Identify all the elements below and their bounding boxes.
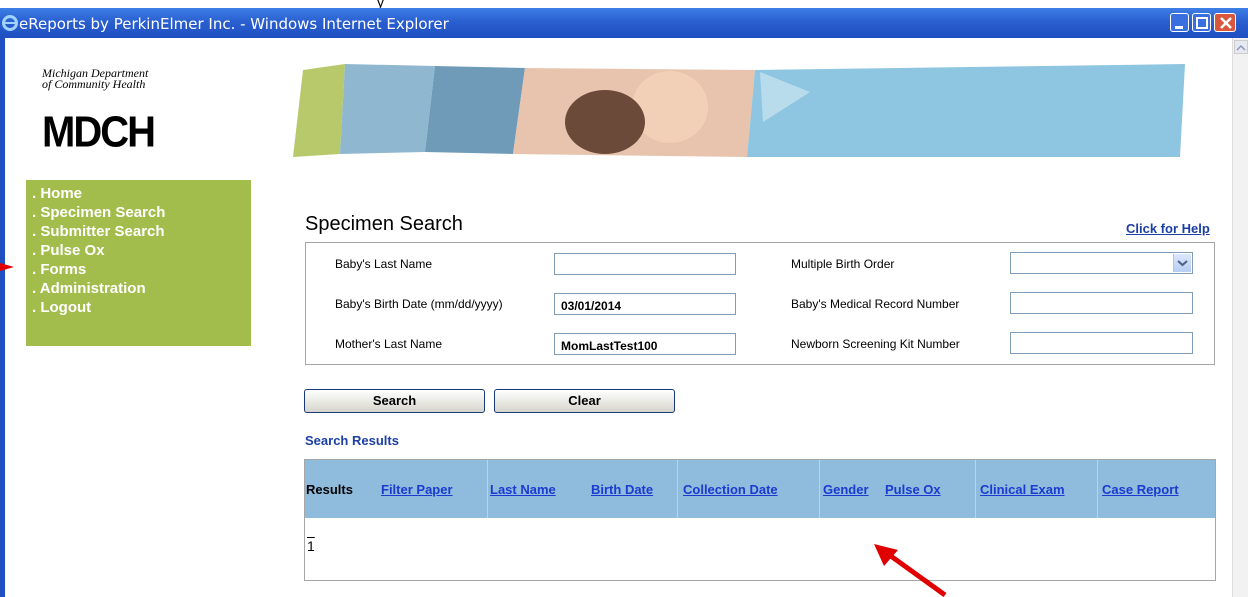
- annotation-arrow-left: [0, 263, 14, 271]
- close-button[interactable]: [1214, 13, 1236, 32]
- col-birth-date[interactable]: Birth Date: [591, 482, 653, 497]
- nav-administration[interactable]: . Administration: [26, 279, 251, 298]
- kit-number-input[interactable]: [1010, 332, 1193, 354]
- logo-text: Michigan Department of Community Health: [42, 67, 148, 91]
- col-clinical-exam[interactable]: Clinical Exam: [980, 482, 1065, 497]
- column-divider: [487, 460, 488, 518]
- nav-pulse-ox[interactable]: . Pulse Ox: [26, 241, 251, 260]
- baby-last-name-label: Baby's Last Name: [335, 257, 433, 271]
- ie-icon: [2, 15, 18, 31]
- birth-date-input[interactable]: [554, 293, 736, 315]
- chevron-down-icon[interactable]: [1173, 254, 1191, 272]
- col-case-report[interactable]: Case Report: [1102, 482, 1179, 497]
- banner-image: [293, 64, 1185, 157]
- col-filter-paper[interactable]: Filter Paper: [381, 482, 453, 497]
- page-title: Specimen Search: [305, 213, 463, 235]
- search-results-title: Search Results: [305, 433, 399, 448]
- birth-order-label: Multiple Birth Order: [791, 257, 895, 271]
- baby-last-name-input[interactable]: [554, 253, 736, 275]
- help-link[interactable]: Click for Help: [1126, 221, 1210, 236]
- kit-number-label: Newborn Screening Kit Number: [791, 337, 960, 351]
- column-divider: [819, 460, 820, 518]
- logo-line-2: of Community Health: [42, 77, 146, 91]
- nav-submitter-search[interactable]: . Submitter Search: [26, 222, 251, 241]
- col-last-name[interactable]: Last Name: [490, 482, 556, 497]
- top-text-fragment: y: [0, 0, 1248, 10]
- col-collection-date[interactable]: Collection Date: [683, 482, 778, 497]
- medical-record-label: Baby's Medical Record Number: [791, 297, 960, 311]
- clear-button[interactable]: Clear: [494, 389, 675, 413]
- search-button[interactable]: Search: [304, 389, 485, 413]
- birth-date-label: Baby's Birth Date (mm/dd/yyyy): [335, 297, 503, 311]
- column-divider: [677, 460, 678, 518]
- scroll-up-icon[interactable]: [1234, 40, 1248, 54]
- results-table: Results Filter Paper Last Name Birth Dat…: [304, 459, 1216, 581]
- mother-last-name-input[interactable]: [554, 333, 736, 355]
- nav-specimen-search[interactable]: . Specimen Search: [26, 203, 251, 222]
- vertical-scrollbar[interactable]: [1232, 38, 1248, 597]
- minimize-button[interactable]: [1170, 13, 1189, 32]
- pager-page-1[interactable]: 1: [307, 538, 315, 554]
- annotation-arrow: [874, 544, 947, 597]
- col-pulse-ox[interactable]: Pulse Ox: [885, 482, 941, 497]
- window-left-border: [0, 38, 5, 597]
- col-results: Results: [306, 482, 353, 497]
- column-divider: [975, 460, 976, 518]
- birth-order-select[interactable]: [1010, 252, 1193, 274]
- col-gender[interactable]: Gender: [823, 482, 869, 497]
- results-table-header: Results Filter Paper Last Name Birth Dat…: [305, 460, 1215, 518]
- window-titlebar: eReports by PerkinElmer Inc. - Windows I…: [0, 8, 1248, 38]
- window-title: eReports by PerkinElmer Inc. - Windows I…: [19, 15, 449, 33]
- mother-last-name-label: Mother's Last Name: [335, 337, 442, 351]
- search-form: Baby's Last Name Baby's Birth Date (mm/d…: [305, 242, 1215, 365]
- sidebar-nav: . Home . Specimen Search . Submitter Sea…: [26, 180, 251, 346]
- mdch-logo: MDCH: [42, 107, 156, 157]
- column-divider: [1097, 460, 1098, 518]
- maximize-button[interactable]: [1192, 13, 1211, 32]
- nav-home[interactable]: . Home: [26, 184, 251, 203]
- medical-record-input[interactable]: [1010, 292, 1193, 314]
- nav-forms[interactable]: . Forms: [26, 260, 251, 279]
- nav-logout[interactable]: . Logout: [26, 298, 251, 317]
